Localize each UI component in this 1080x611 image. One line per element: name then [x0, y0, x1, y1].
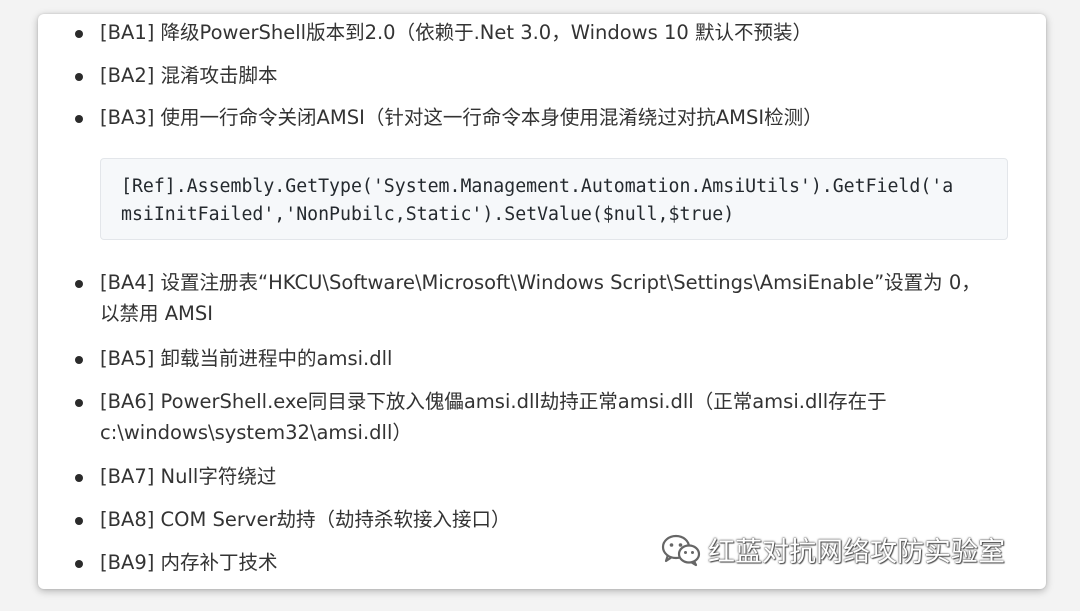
code-line: msiInitFailed','NonPubilc,Static').SetVa…: [121, 204, 735, 225]
list-item-ba4: [BA4] 设置注册表“HKCU\Software\Microsoft\Wind…: [75, 267, 1000, 329]
bullet: [75, 280, 83, 288]
list-item-text-continued: 以禁用 AMSI: [100, 302, 213, 325]
bullet: [75, 474, 83, 482]
code-line: [Ref].Assembly.GetType('System.Managemen…: [121, 176, 954, 197]
list-item-ba5: [BA5] 卸载当前进程中的amsi.dll: [75, 343, 1000, 374]
bullet: [75, 399, 83, 407]
code-block: [Ref].Assembly.GetType('System.Managemen…: [100, 158, 1008, 240]
watermark-text: 红蓝对抗网络攻防实验室: [708, 537, 1005, 568]
list-item-text: [BA9] 内存补丁技术: [100, 551, 278, 574]
list-item-text-continued: c:\windows\system32\amsi.dll）: [100, 421, 412, 444]
list-item-text: [BA5] 卸载当前进程中的amsi.dll: [100, 347, 393, 370]
list-item-text: [BA7] Null字符绕过: [100, 465, 277, 488]
watermark: 红蓝对抗网络攻防实验室: [660, 530, 1005, 569]
list-item-ba3: [BA3] 使用一行命令关闭AMSI（针对这一行命令本身使用混淆绕过对抗AMSI…: [75, 102, 1000, 133]
list-item-text: [BA2] 混淆攻击脚本: [100, 64, 278, 87]
list-item-text: [BA6] PowerShell.exe同目录下放入傀儡amsi.dll劫持正常…: [100, 390, 887, 413]
list-item-text: [BA1] 降级PowerShell版本到2.0（依赖于.Net 3.0，Win…: [100, 21, 812, 44]
wechat-icon: [661, 534, 701, 566]
bullet: [75, 30, 83, 38]
bullet: [75, 73, 83, 81]
list-item-ba2: [BA2] 混淆攻击脚本: [75, 60, 1000, 91]
bullet: [75, 356, 83, 364]
list-item-text: [BA8] COM Server劫持（劫持杀软接入接口）: [100, 508, 511, 531]
list-item-ba6: [BA6] PowerShell.exe同目录下放入傀儡amsi.dll劫持正常…: [75, 386, 1000, 448]
bullet: [75, 115, 83, 123]
bullet: [75, 560, 83, 568]
article-card: [BA1] 降级PowerShell版本到2.0（依赖于.Net 3.0，Win…: [38, 14, 1046, 589]
list-item-ba7: [BA7] Null字符绕过: [75, 461, 1000, 492]
list-item-text: [BA4] 设置注册表“HKCU\Software\Microsoft\Wind…: [100, 271, 981, 294]
list-item-ba1: [BA1] 降级PowerShell版本到2.0（依赖于.Net 3.0，Win…: [75, 17, 1000, 48]
bullet: [75, 517, 83, 525]
list-item-text: [BA3] 使用一行命令关闭AMSI（针对这一行命令本身使用混淆绕过对抗AMSI…: [100, 106, 823, 129]
